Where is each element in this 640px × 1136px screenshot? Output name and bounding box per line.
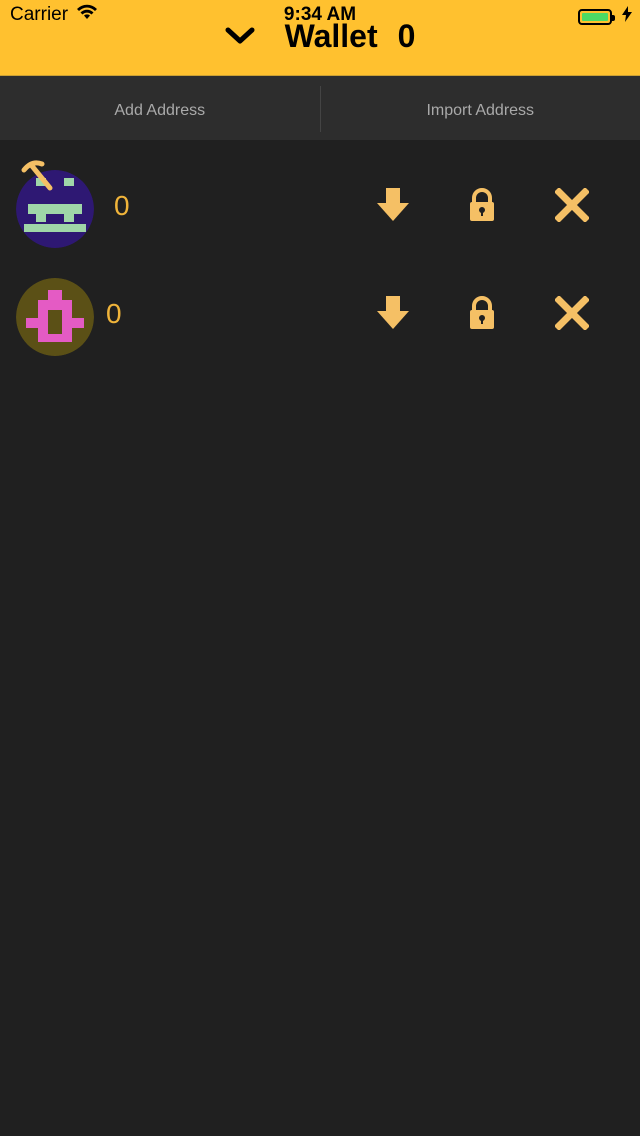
chevron-down-icon[interactable]	[225, 26, 255, 46]
close-icon	[554, 186, 590, 227]
lock-button[interactable]	[459, 292, 505, 338]
lock-icon	[468, 187, 496, 227]
address-tabbar: Add Address Import Address	[0, 76, 640, 140]
app-header: Carrier 9:34 AM Wallet 0	[0, 0, 640, 76]
wallet-total-balance: 0	[397, 17, 416, 54]
pickaxe-icon	[20, 158, 56, 194]
close-icon	[554, 294, 590, 335]
add-address-button[interactable]: Add Address	[0, 76, 320, 140]
address-row[interactable]: 0	[0, 248, 640, 356]
remove-address-button[interactable]	[549, 184, 595, 230]
lock-icon	[468, 295, 496, 335]
remove-address-button[interactable]	[549, 292, 595, 338]
receive-button[interactable]	[370, 184, 416, 230]
address-balance: 0	[114, 190, 130, 221]
address-balance: 0	[106, 298, 122, 329]
receive-button[interactable]	[370, 292, 416, 338]
lock-button[interactable]	[459, 184, 505, 230]
download-arrow-icon	[377, 295, 409, 335]
download-arrow-icon	[377, 187, 409, 227]
import-address-button[interactable]: Import Address	[321, 76, 640, 140]
page-title: Wallet	[284, 17, 378, 54]
address-avatar	[16, 278, 94, 356]
address-row[interactable]: 0	[0, 140, 640, 248]
address-list: 0 0	[0, 140, 640, 356]
title-row: Wallet 0	[0, 16, 640, 56]
